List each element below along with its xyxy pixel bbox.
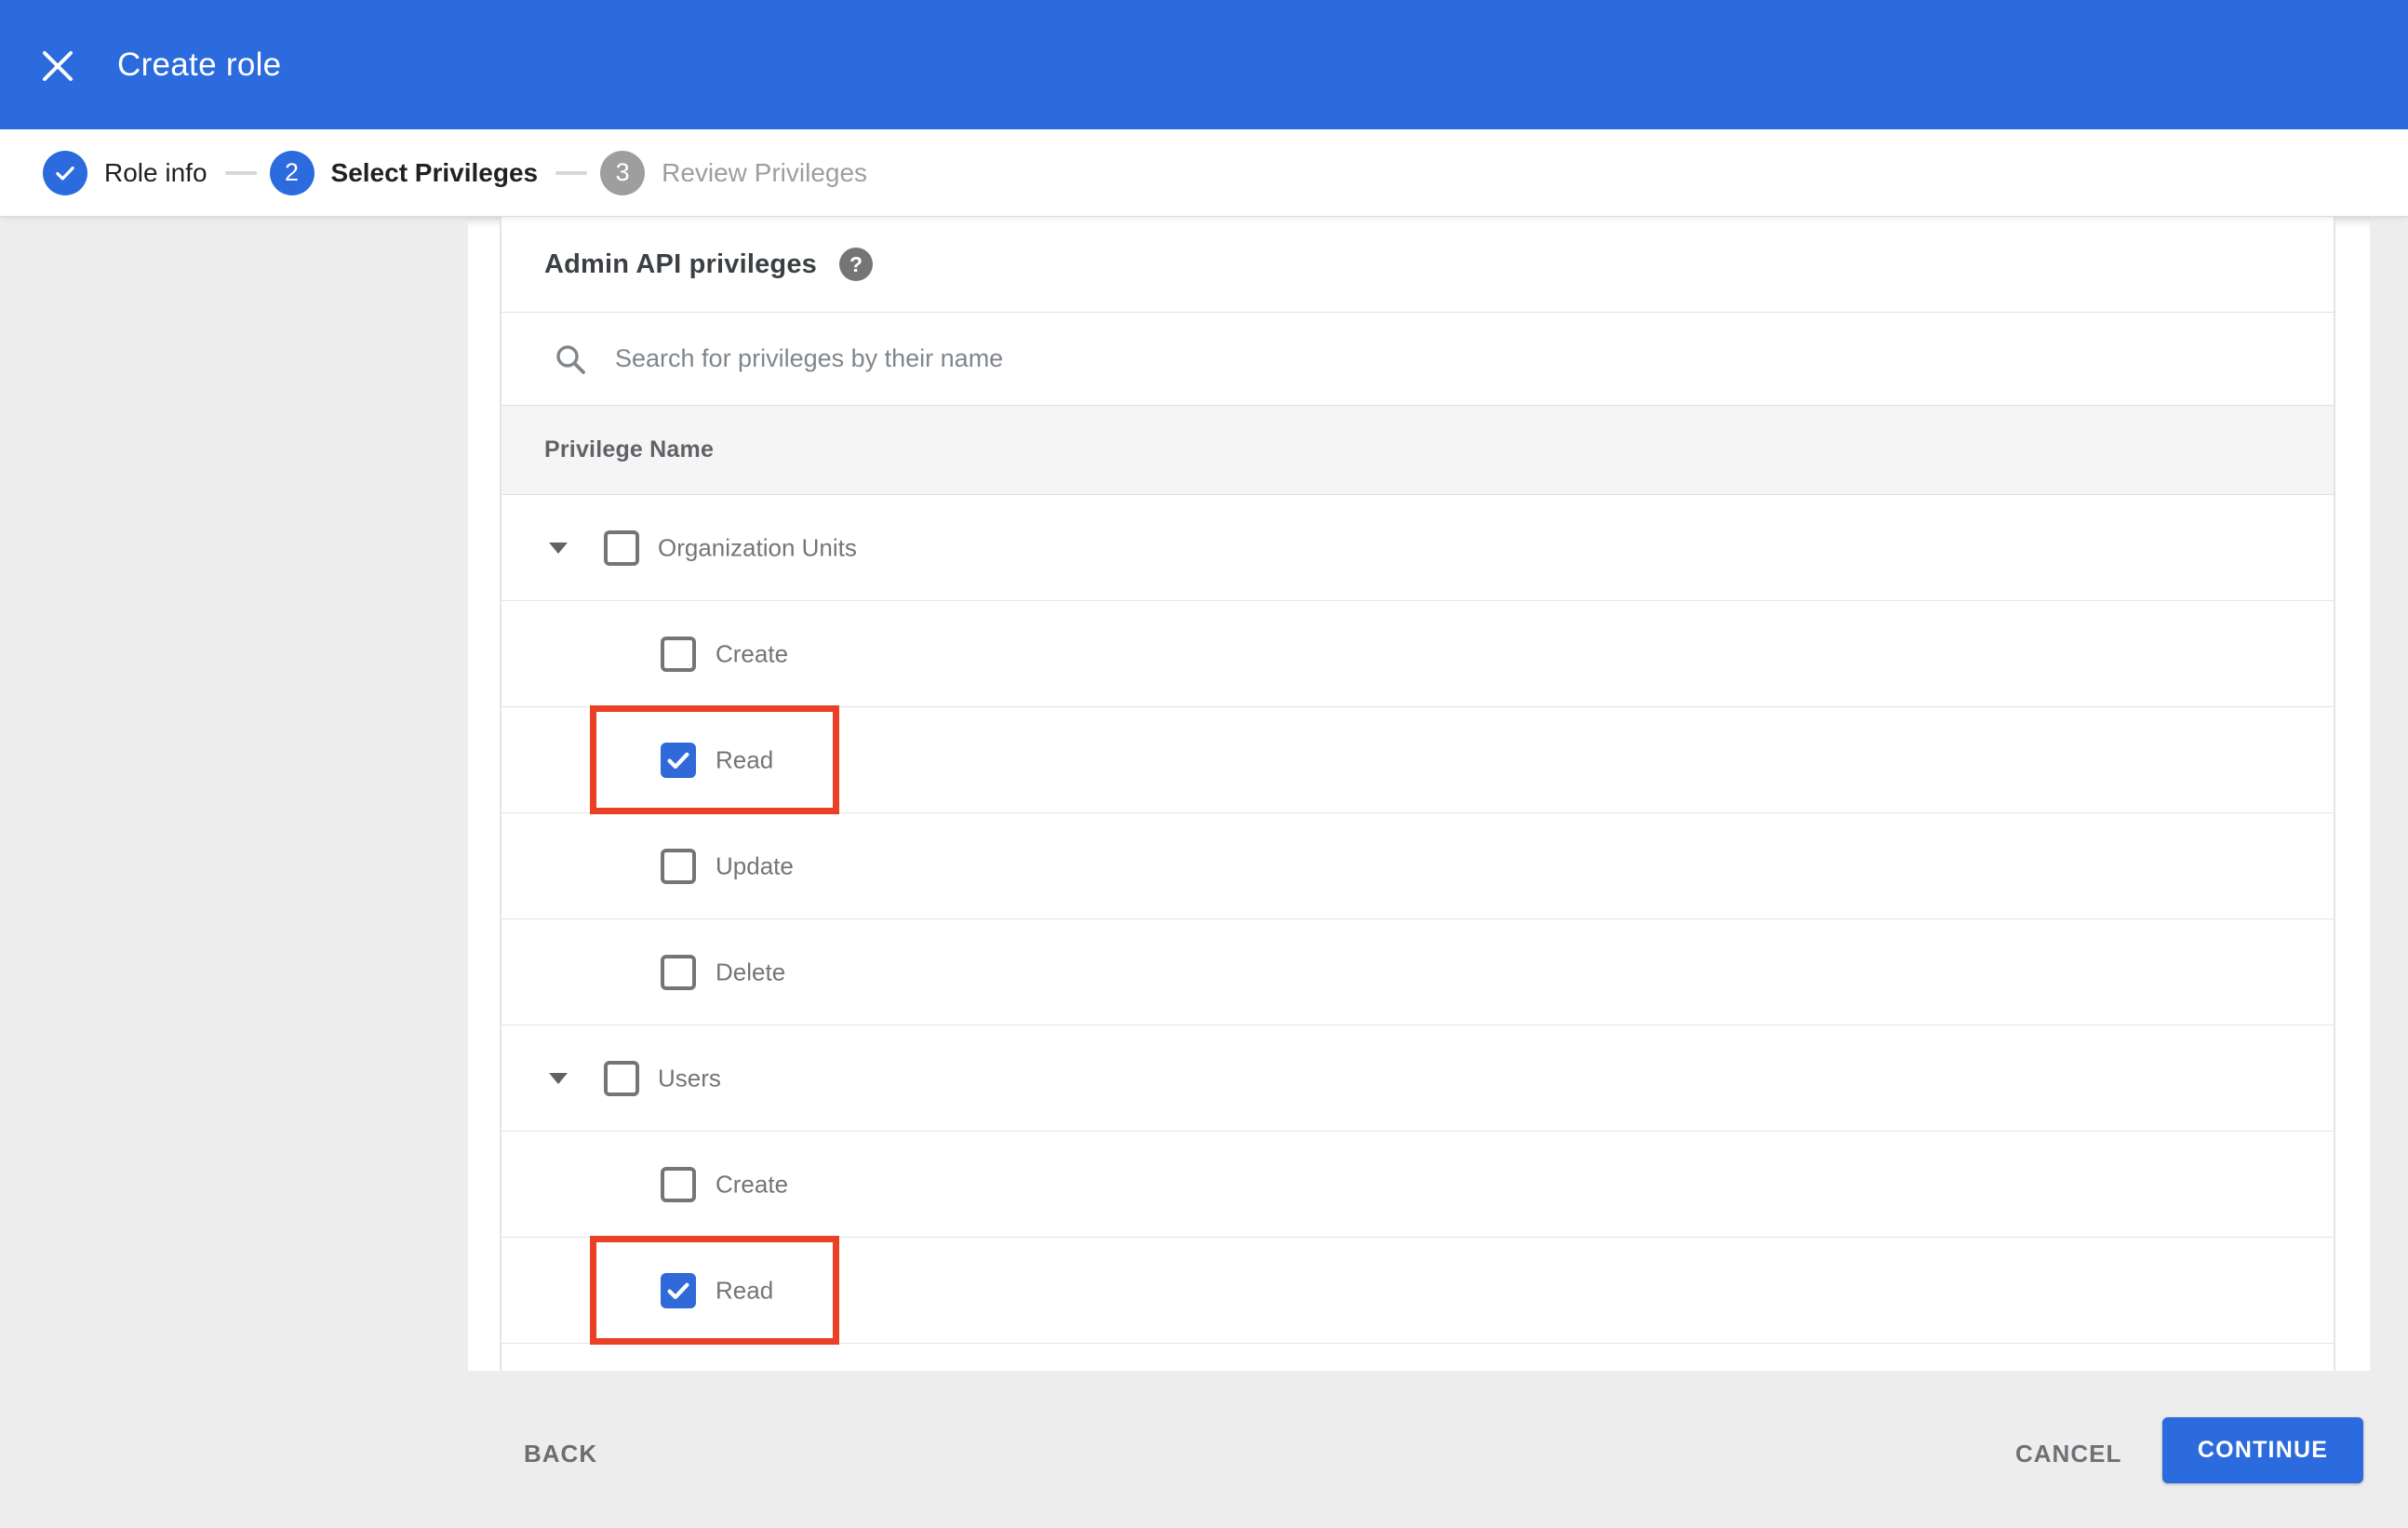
privilege-label: Organization Units bbox=[658, 533, 857, 561]
privilege-label: Update bbox=[716, 851, 794, 879]
search-icon bbox=[554, 342, 587, 376]
privilege-label: Users bbox=[658, 1064, 721, 1092]
table-header-row: Privilege Name bbox=[502, 406, 2334, 495]
continue-button[interactable]: CONTINUE bbox=[2162, 1417, 2363, 1483]
step-number: 2 bbox=[269, 150, 314, 195]
privilege-checkbox[interactable] bbox=[661, 636, 696, 672]
step-complete-check-icon bbox=[43, 150, 87, 195]
privilege-checkbox[interactable] bbox=[604, 529, 639, 566]
step-role-info[interactable]: Role info bbox=[43, 150, 207, 195]
privilege-checkbox[interactable] bbox=[661, 742, 696, 778]
annotation-highlight-box bbox=[590, 1236, 839, 1345]
privilege-row: Create bbox=[502, 601, 2334, 707]
search-input[interactable] bbox=[613, 343, 1920, 374]
column-header-privilege-name: Privilege Name bbox=[544, 436, 715, 462]
privilege-row: Update bbox=[502, 813, 2334, 919]
search-row bbox=[502, 313, 2334, 406]
privilege-checkbox[interactable] bbox=[661, 954, 696, 990]
content-sheet: Admin API privileges ? Privilege Name Or… bbox=[468, 217, 2370, 1371]
step-label: Select Privileges bbox=[330, 157, 539, 187]
privilege-row: Organization Units bbox=[502, 495, 2334, 601]
stepper-connector bbox=[555, 170, 588, 175]
stepper: Role info 2 Select Privileges 3 Review P… bbox=[0, 129, 2408, 217]
step-label: Review Privileges bbox=[662, 157, 868, 187]
privilege-checkbox[interactable] bbox=[604, 1060, 639, 1096]
card-heading: Admin API privileges ? bbox=[502, 217, 2334, 313]
cancel-button[interactable]: CANCEL bbox=[2006, 1434, 2131, 1474]
privileges-card: Admin API privileges ? Privilege Name Or… bbox=[500, 217, 2335, 1371]
privilege-checkbox[interactable] bbox=[661, 848, 696, 884]
privilege-label: Read bbox=[716, 1276, 774, 1304]
privilege-row: Delete bbox=[502, 919, 2334, 1025]
step-number: 3 bbox=[600, 150, 646, 195]
back-button[interactable]: BACK bbox=[522, 1434, 599, 1474]
privilege-label: Create bbox=[716, 1170, 789, 1198]
dialog-title: Create role bbox=[117, 46, 282, 83]
annotation-highlight-box bbox=[590, 705, 839, 814]
step-review-privileges[interactable]: 3 Review Privileges bbox=[600, 150, 868, 195]
privilege-label: Delete bbox=[716, 958, 786, 985]
step-label: Role info bbox=[104, 157, 207, 187]
help-icon[interactable]: ? bbox=[839, 248, 873, 281]
step-select-privileges[interactable]: 2 Select Privileges bbox=[269, 150, 539, 195]
section-title: Admin API privileges bbox=[544, 248, 817, 279]
collapse-arrow-icon[interactable] bbox=[549, 542, 568, 554]
privilege-row: Read bbox=[502, 1236, 2334, 1345]
privilege-checkbox[interactable] bbox=[661, 1272, 696, 1308]
privilege-label: Create bbox=[716, 639, 789, 667]
privilege-row: Read bbox=[502, 705, 2334, 814]
close-icon[interactable] bbox=[39, 47, 76, 85]
privilege-row: Users bbox=[502, 1025, 2334, 1132]
privilege-checkbox[interactable] bbox=[661, 1166, 696, 1202]
collapse-arrow-icon[interactable] bbox=[549, 1072, 568, 1084]
privilege-row: Create bbox=[502, 1132, 2334, 1238]
stepper-connector bbox=[224, 170, 257, 175]
privilege-table-body: Organization Units Create Read Update De… bbox=[502, 495, 2334, 1345]
privilege-label: Read bbox=[716, 745, 774, 773]
appbar: Create role bbox=[0, 0, 2408, 129]
